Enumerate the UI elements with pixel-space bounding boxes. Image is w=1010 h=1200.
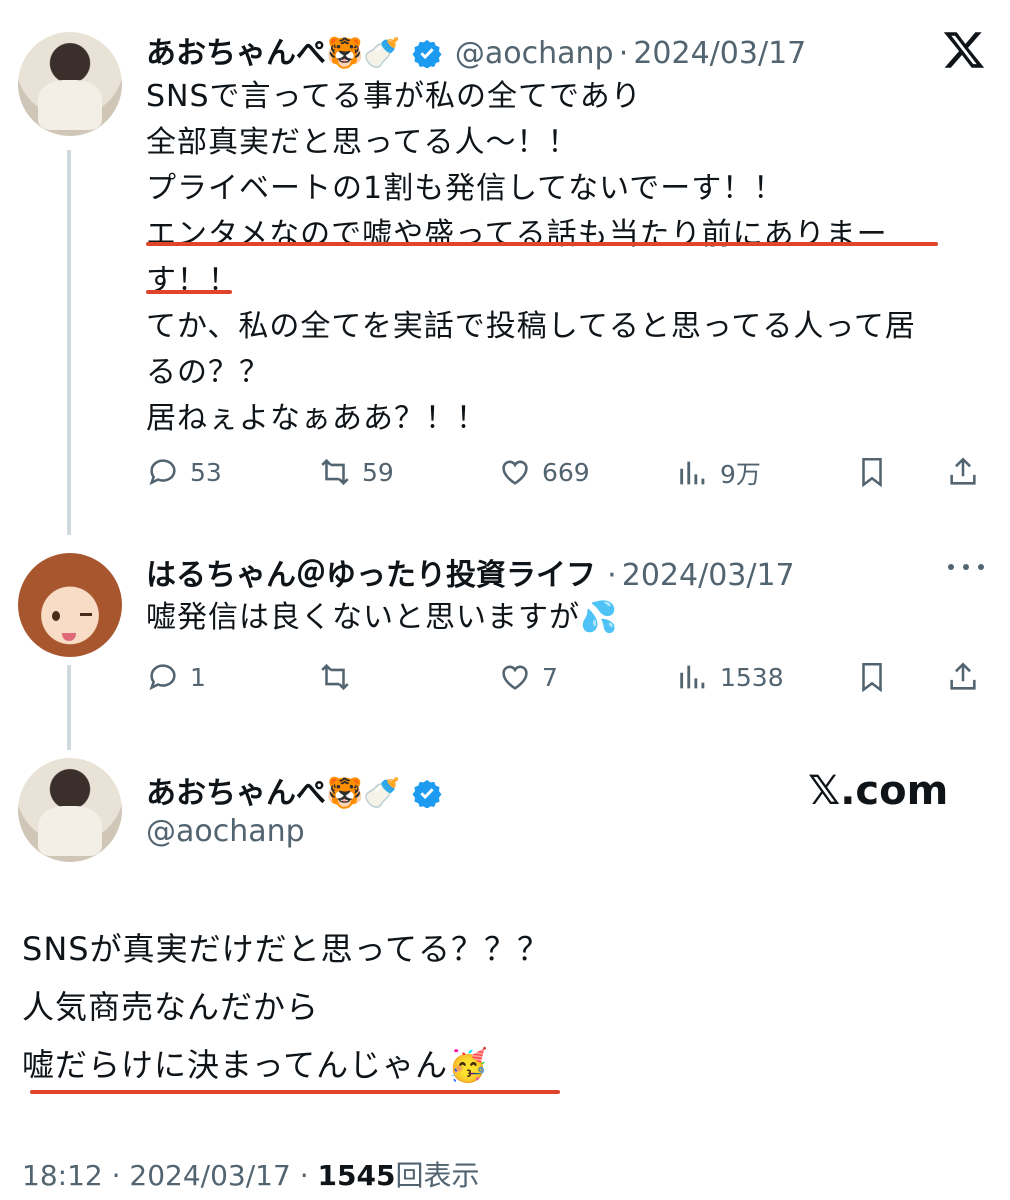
tweet-line: 嘘だらけに決まってんじゃん🥳 (22, 1046, 489, 1084)
tweet-line: SNSが真実だけだと思ってる？？？ (22, 930, 550, 968)
share-icon (950, 457, 976, 485)
tweet-line: SNSで言ってる事が私の全てであり (146, 79, 642, 114)
verified-badge-icon (412, 38, 442, 69)
tweet-line: エンタメなので嘘や盛ってる話も当たり前にありまー (146, 217, 888, 252)
tweet-header: あおちゃんぺ🐯🍼 (146, 768, 442, 812)
thread-line (67, 150, 71, 535)
avatar[interactable] (18, 32, 122, 136)
tweet-line: 人気商売なんだから (22, 988, 320, 1026)
thread-line (67, 665, 71, 750)
brand-watermark: 𝕏.com (808, 768, 949, 814)
like-icon (502, 665, 528, 690)
tweet-header: あおちゃんぺ🐯🍼 @aochanp · 2024/03/17 (146, 28, 806, 72)
tweet-header: はるちゃん＠ゆったり投資ライフ · 2024/03/17 (146, 550, 795, 594)
bookmark-icon (862, 457, 882, 488)
repost-icon (321, 458, 349, 486)
tweet-line: 全部真実だと思ってる人〜！！ (146, 125, 579, 160)
tweet-date[interactable]: 2024/03/17 (633, 36, 806, 71)
verified-badge-icon (412, 778, 442, 809)
views-count: 9万 (720, 460, 761, 489)
like-button[interactable]: 669 (498, 455, 590, 489)
share-button[interactable] (946, 660, 980, 694)
tweet-line: てか、私の全てを実話で投稿してると思ってる人って居 (146, 309, 916, 344)
repost-icon (321, 663, 349, 691)
views-count: 1538 (720, 662, 784, 692)
views-button[interactable]: 9万 (676, 455, 761, 491)
reply-icon (149, 664, 176, 691)
separator: · (111, 1159, 121, 1192)
share-button[interactable] (946, 455, 980, 489)
more-icon[interactable] (948, 552, 984, 582)
repost-button[interactable]: 59 (318, 455, 394, 489)
tweet-text: SNSで言ってる事が私の全てであり 全部真実だと思ってる人〜！！ プライベートの… (146, 74, 986, 442)
like-icon (502, 460, 528, 485)
tweet-date[interactable]: 2024/03/17 (129, 1159, 290, 1192)
reply-button[interactable]: 53 (146, 455, 222, 489)
tweet-date[interactable]: 2024/03/17 (622, 558, 795, 593)
bookmark-button[interactable] (855, 455, 889, 489)
display-name[interactable]: あおちゃんぺ🐯🍼 (146, 776, 401, 811)
repost-count: 59 (362, 457, 394, 487)
reply-icon (149, 459, 176, 486)
tweet-line: 居ねぇよなぁああ？！！ (146, 401, 487, 436)
views-icon (680, 461, 705, 485)
reply-count: 53 (190, 457, 222, 487)
avatar[interactable] (18, 758, 122, 862)
highlight-underline (30, 1090, 560, 1094)
tweet-text: 嘘発信は良くないと思いますが💦 (146, 600, 619, 635)
like-count: 669 (542, 457, 590, 487)
separator: · (618, 36, 629, 71)
tweet-time[interactable]: 18:12 (22, 1159, 103, 1192)
separator: · (607, 558, 617, 593)
separator: · (299, 1159, 309, 1192)
avatar[interactable] (18, 553, 122, 657)
repost-button[interactable] (318, 660, 362, 694)
handle[interactable]: @aochanp (455, 36, 614, 71)
tweet-meta: 18:12 · 2024/03/17 · 1545回表示 (22, 1154, 479, 1194)
like-count: 7 (542, 662, 558, 692)
tweet-line: す！！ (146, 263, 239, 298)
reply-button[interactable]: 1 (146, 660, 206, 694)
bookmark-button[interactable] (855, 660, 889, 694)
view-label: 回表示 (395, 1159, 480, 1192)
tweet-line: るの？？ (146, 355, 270, 390)
share-icon (950, 662, 976, 690)
bookmark-icon (862, 662, 882, 693)
display-name[interactable]: あおちゃんぺ🐯🍼 (146, 36, 401, 71)
like-button[interactable]: 7 (498, 660, 558, 694)
reply-count: 1 (190, 662, 206, 692)
tweet-text: SNSが真実だけだと思ってる？？？ 人気商売なんだから 嘘だらけに決まってんじゃ… (22, 920, 550, 1094)
views-button[interactable]: 1538 (676, 660, 784, 694)
handle[interactable]: @aochanp (146, 814, 305, 849)
view-count: 1545 (317, 1159, 396, 1192)
x-logo-icon (940, 28, 988, 72)
highlight-underline (146, 242, 938, 246)
views-icon (680, 665, 705, 689)
tweet-line: プライベートの1割も発信してないでーす！！ (146, 171, 785, 206)
display-name[interactable]: はるちゃん＠ゆったり投資ライフ (146, 558, 596, 593)
highlight-underline (146, 290, 232, 294)
